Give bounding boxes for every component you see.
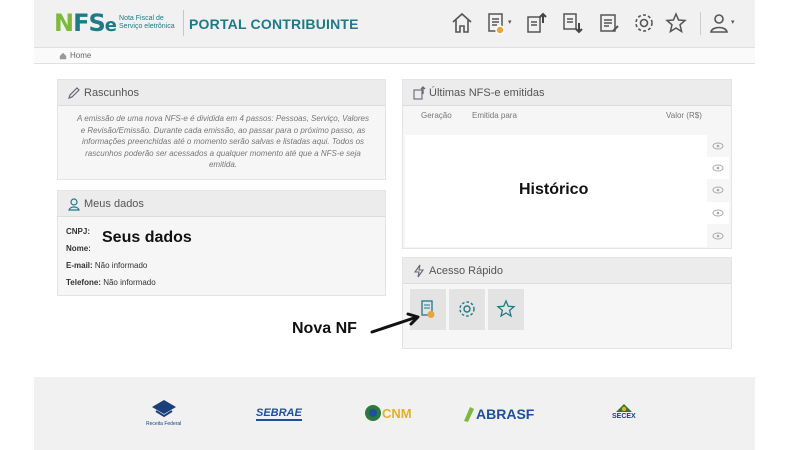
col-valor: Valor (R$) xyxy=(666,111,702,120)
eye-icon[interactable] xyxy=(707,225,729,247)
chevron-down-icon[interactable]: ▾ xyxy=(731,18,735,26)
list-icon[interactable] xyxy=(597,11,621,35)
eye-icon[interactable] xyxy=(707,202,729,224)
gear-icon[interactable] xyxy=(632,11,656,35)
cnm-logo[interactable]: CNM xyxy=(364,404,412,422)
top-header: NFSe Nota Fiscal de Serviço eletrônica P… xyxy=(34,0,755,47)
eye-icon[interactable] xyxy=(707,179,729,201)
portal-title: PORTAL CONTRIBUINTE xyxy=(189,16,359,32)
logo-caption: Nota Fiscal de Serviço eletrônica xyxy=(119,15,175,30)
sebrae-logo[interactable]: SEBRAE xyxy=(256,407,302,421)
meus-dados-title: Meus dados xyxy=(84,198,144,210)
star-icon[interactable] xyxy=(664,11,688,35)
quick-favorites-button[interactable] xyxy=(488,289,524,330)
upload-icon[interactable] xyxy=(524,11,548,35)
gear-icon xyxy=(459,301,475,317)
rascunhos-title: Rascunhos xyxy=(84,87,140,99)
col-geracao: Geração xyxy=(421,111,452,120)
home-icon[interactable] xyxy=(59,52,67,60)
chevron-down-icon[interactable]: ▾ xyxy=(508,18,512,26)
quick-settings-button[interactable] xyxy=(449,289,485,330)
nova-nf-annotation: Nova NF xyxy=(292,320,357,337)
nfse-logo[interactable]: NFSe Nota Fiscal de Serviço eletrônica xyxy=(54,9,185,37)
acesso-rapido-panel: Acesso Rápido xyxy=(402,257,732,349)
breadcrumb-home[interactable]: Home xyxy=(70,51,91,60)
rascunhos-panel: Rascunhos A emissão de uma nova NFS-e é … xyxy=(57,79,386,180)
footer: Receita Federal SEBRAE CNM ABRASF SECEX xyxy=(34,377,755,450)
historico-annotation: Histórico xyxy=(519,181,589,198)
seus-dados-annotation: Seus dados xyxy=(102,229,192,246)
rascunhos-description: A emissão de uma nova NFS-e é dividida e… xyxy=(77,114,369,169)
nome-row: Nome: xyxy=(66,244,91,253)
eye-icon[interactable] xyxy=(707,157,729,179)
secex-logo[interactable]: SECEX xyxy=(612,403,636,420)
col-emitida-para: Emitida para xyxy=(472,111,517,120)
acesso-rapido-title: Acesso Rápido xyxy=(429,265,503,277)
ultimas-title: Últimas NFS-e emitidas xyxy=(429,87,545,99)
home-icon[interactable] xyxy=(450,11,474,35)
lightning-icon xyxy=(413,264,425,278)
cnpj-row: CNPJ: xyxy=(66,227,91,236)
star-icon xyxy=(496,299,516,318)
ultimas-nfse-panel: Últimas NFS-e emitidas Geração Emitida p… xyxy=(402,79,732,249)
eye-icon[interactable] xyxy=(707,135,729,157)
arrow-icon xyxy=(370,312,420,334)
abrasf-logo[interactable]: ABRASF xyxy=(462,405,534,423)
pencil-icon xyxy=(68,87,80,99)
download-icon[interactable] xyxy=(560,11,584,35)
user-icon[interactable] xyxy=(707,11,731,35)
upload-icon xyxy=(413,86,426,100)
new-invoice-icon[interactable] xyxy=(484,11,508,35)
breadcrumb: Home xyxy=(34,47,755,64)
receita-federal-logo[interactable]: Receita Federal xyxy=(146,399,181,427)
user-icon xyxy=(68,198,80,211)
telefone-row: Telefone: Não informado xyxy=(66,278,156,287)
email-row: E-mail: Não informado xyxy=(66,261,148,270)
